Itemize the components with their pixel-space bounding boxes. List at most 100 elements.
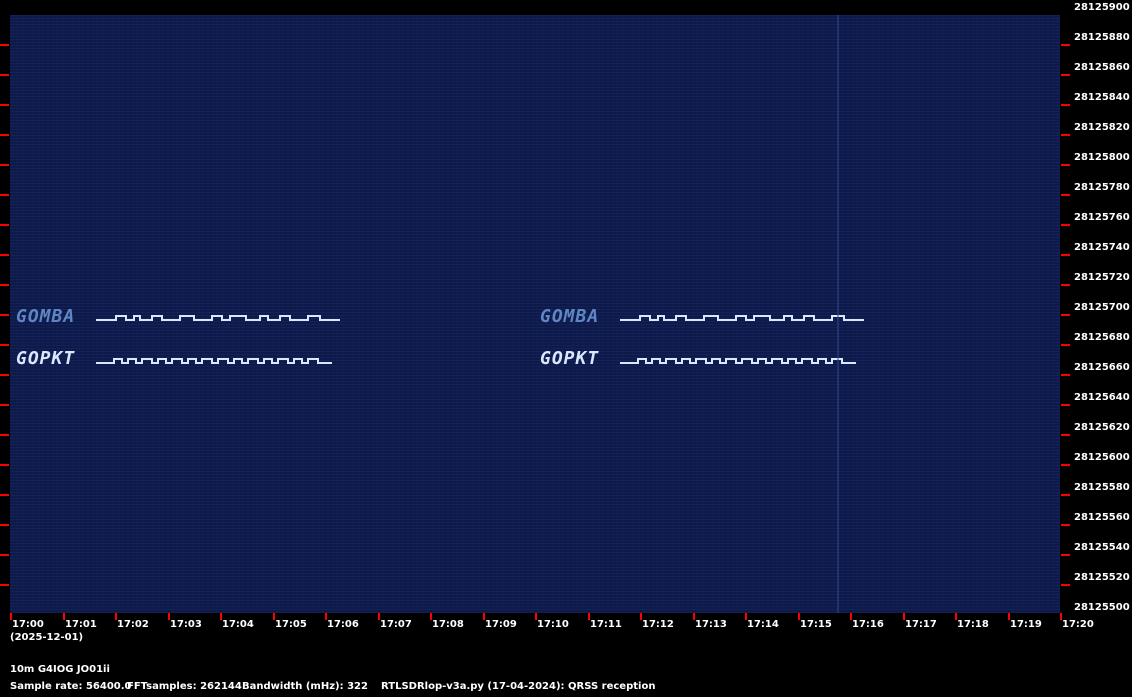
tick-mark	[0, 494, 9, 496]
frequency-label: 28125760	[1074, 212, 1130, 223]
tick-mark	[0, 434, 9, 436]
signal-call-2a: GOPKT	[16, 348, 76, 369]
tick-mark	[1061, 584, 1070, 586]
time-label: 17:19	[1010, 619, 1042, 630]
time-label: 17:00	[12, 619, 44, 630]
frequency-label: 28125580	[1074, 482, 1130, 493]
frequency-label: 28125780	[1074, 182, 1130, 193]
frequency-label: 28125500	[1074, 602, 1130, 613]
tick-mark	[0, 284, 9, 286]
tick-mark	[378, 613, 380, 620]
frequency-label: 28125720	[1074, 272, 1130, 283]
tick-mark	[0, 374, 9, 376]
time-label: 17:08	[432, 619, 464, 630]
time-label: 17:17	[905, 619, 937, 630]
frequency-label: 28125620	[1074, 422, 1130, 433]
tick-mark	[1060, 613, 1062, 620]
tick-mark	[1061, 134, 1070, 136]
frequency-label: 28125900	[1074, 2, 1130, 13]
tick-mark	[1061, 224, 1070, 226]
frequency-label: 28125560	[1074, 512, 1130, 523]
tick-mark	[1061, 44, 1070, 46]
tick-mark	[1061, 374, 1070, 376]
tick-mark	[0, 404, 9, 406]
frequency-label: 28125680	[1074, 332, 1130, 343]
signal-trace-1b	[620, 315, 864, 321]
tick-mark	[0, 524, 9, 526]
tick-mark	[1061, 164, 1070, 166]
tick-mark	[588, 613, 590, 620]
time-label: 17:01	[65, 619, 97, 630]
tick-mark	[798, 613, 800, 620]
tick-mark	[903, 613, 905, 620]
signal-call-2b: GOPKT	[540, 348, 600, 369]
tick-mark	[483, 613, 485, 620]
frequency-label: 28125880	[1074, 32, 1130, 43]
frequency-label: 28125820	[1074, 122, 1130, 133]
tick-mark	[1061, 284, 1070, 286]
tick-mark	[0, 344, 9, 346]
time-label: 17:09	[485, 619, 517, 630]
signal-trace-1a	[96, 315, 340, 321]
tick-mark	[0, 194, 9, 196]
frequency-label: 28125700	[1074, 302, 1130, 313]
tick-mark	[1061, 524, 1070, 526]
time-label: 17:16	[852, 619, 884, 630]
signal-call-1a: GOMBA	[16, 306, 76, 327]
tick-mark	[1061, 554, 1070, 556]
tick-mark	[0, 74, 9, 76]
tick-mark	[745, 613, 747, 620]
tick-mark	[0, 584, 9, 586]
time-label: 17:12	[642, 619, 674, 630]
tick-mark	[693, 613, 695, 620]
tick-mark	[220, 613, 222, 620]
bandwidth-label: Bandwidth (mHz): 322	[242, 681, 368, 692]
date-label: (2025-12-01)	[10, 632, 84, 643]
time-label: 17:07	[380, 619, 412, 630]
tick-mark	[1061, 254, 1070, 256]
time-label: 17:02	[117, 619, 149, 630]
tick-mark	[0, 554, 9, 556]
frequency-label: 28125600	[1074, 452, 1130, 463]
tick-mark	[430, 613, 432, 620]
time-label: 17:14	[747, 619, 779, 630]
sample-rate-label: Sample rate: 56400.0	[10, 681, 132, 692]
frequency-label: 28125640	[1074, 392, 1130, 403]
frequency-label: 28125740	[1074, 242, 1130, 253]
fft-samples-label: FFTsamples: 262144	[127, 681, 242, 692]
frequency-label: 28125540	[1074, 542, 1130, 553]
tick-mark	[115, 613, 117, 620]
tick-mark	[0, 224, 9, 226]
frequency-label: 28125840	[1074, 92, 1130, 103]
tick-mark	[63, 613, 65, 620]
tick-mark	[10, 613, 12, 620]
tick-mark	[273, 613, 275, 620]
tick-mark	[325, 613, 327, 620]
tick-mark	[1061, 104, 1070, 106]
time-label: 17:18	[957, 619, 989, 630]
signal-trace-2b	[620, 358, 856, 364]
tick-mark	[0, 164, 9, 166]
time-label: 17:20	[1062, 619, 1094, 630]
frequency-label: 28125860	[1074, 62, 1130, 73]
software-label: RTLSDRlop-v3a.py (17-04-2024): QRSS rece…	[381, 681, 656, 692]
time-label: 17:15	[800, 619, 832, 630]
tick-mark	[0, 314, 9, 316]
tick-mark	[1061, 194, 1070, 196]
time-label: 17:05	[275, 619, 307, 630]
time-label: 17:03	[170, 619, 202, 630]
signal-trace-2a	[96, 358, 332, 364]
tick-mark	[1061, 404, 1070, 406]
tick-mark	[850, 613, 852, 620]
time-label: 17:04	[222, 619, 254, 630]
frequency-label: 28125520	[1074, 572, 1130, 583]
tick-mark	[535, 613, 537, 620]
tick-mark	[0, 104, 9, 106]
tick-mark	[168, 613, 170, 620]
tick-mark	[1061, 494, 1070, 496]
time-label: 17:06	[327, 619, 359, 630]
time-label: 17:10	[537, 619, 569, 630]
tick-mark	[1061, 74, 1070, 76]
tick-mark	[0, 134, 9, 136]
tick-mark	[1061, 314, 1070, 316]
